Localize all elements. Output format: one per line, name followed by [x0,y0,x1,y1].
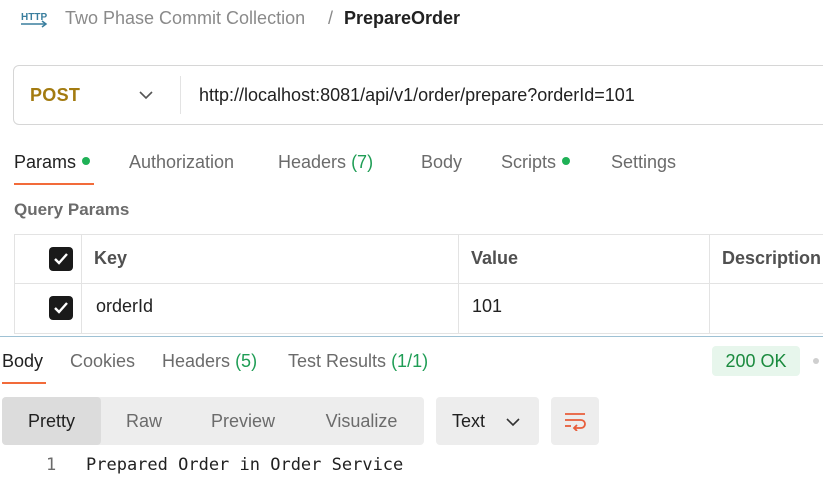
active-response-tab-indicator [2,382,46,384]
response-tab-headers[interactable]: Headers (5) [162,350,257,372]
chevron-down-icon [138,88,154,102]
chevron-down-icon [506,415,520,427]
view-mode-preview[interactable]: Preview [187,397,299,445]
param-row-checkbox[interactable] [49,296,73,320]
wrap-lines-icon [565,413,586,431]
tab-authorization[interactable]: Authorization [129,151,234,173]
tab-body[interactable]: Body [421,151,462,173]
status-badge[interactable]: 200 OK [712,346,800,376]
column-header-value: Value [471,248,519,268]
tab-scripts[interactable]: Scripts [501,151,571,173]
tab-params-label: Params [14,152,77,172]
breadcrumb-separator: / [328,8,334,28]
view-mode-switcher: Pretty Raw Preview Visualize [2,397,424,445]
http-request-icon: HTTP [20,6,48,32]
checkmark-icon [54,302,68,314]
test-results-count: (1/1) [391,351,429,371]
param-value-field[interactable]: 101 [472,296,502,317]
response-tab-body-label: Body [2,351,44,371]
line-number: 1 [46,455,57,475]
checkmark-icon [54,253,68,265]
response-body-line: Prepared Order in Order Service [86,455,404,475]
url-divider [180,76,181,114]
column-header-description: Description [722,248,822,268]
select-all-checkbox[interactable] [49,247,73,271]
response-tab-test-results[interactable]: Test Results (1/1) [288,350,428,372]
response-tab-headers-label: Headers [162,351,231,371]
request-url-bar: POST http://localhost:8081/api/v1/order/… [13,65,823,125]
method-select[interactable]: POST [14,66,180,124]
response-headers-count: (5) [235,351,258,371]
tab-body-label: Body [421,152,463,172]
format-label: Text [452,411,486,431]
response-tab-cookies[interactable]: Cookies [70,350,135,372]
column-header-key: Key [94,248,128,268]
status-dot-icon [82,157,91,166]
active-tab-indicator [14,183,94,185]
response-tab-cookies-label: Cookies [70,351,136,371]
view-mode-visualize[interactable]: Visualize [299,397,424,445]
view-mode-raw[interactable]: Raw [101,397,187,445]
response-tab-body[interactable]: Body [2,350,43,372]
response-tab-test-results-label: Test Results [288,351,387,371]
tab-params[interactable]: Params [14,151,91,173]
more-dot-icon [813,358,819,364]
breadcrumb-request-name[interactable]: PrepareOrder [344,7,460,29]
tab-settings-label: Settings [611,152,677,172]
tab-headers-label: Headers [278,152,347,172]
view-mode-pretty[interactable]: Pretty [2,397,101,445]
tab-headers-count: (7) [351,152,374,172]
tab-headers[interactable]: Headers (7) [278,151,373,173]
url-input[interactable]: http://localhost:8081/api/v1/order/prepa… [199,85,635,106]
query-params-table: Key Value Description orderId 101 [14,234,823,334]
tab-settings[interactable]: Settings [611,151,676,173]
query-params-title: Query Params [14,200,130,219]
response-resize-divider[interactable] [0,336,823,337]
breadcrumb-collection[interactable]: Two Phase Commit Collection [65,7,305,29]
status-dot-icon [562,157,571,166]
tab-authorization-label: Authorization [129,152,235,172]
param-key-field[interactable]: orderId [96,296,153,317]
format-select[interactable]: Text [436,397,539,445]
tab-scripts-label: Scripts [501,152,557,172]
method-label: POST [30,85,81,105]
wrap-lines-button[interactable] [551,397,599,445]
